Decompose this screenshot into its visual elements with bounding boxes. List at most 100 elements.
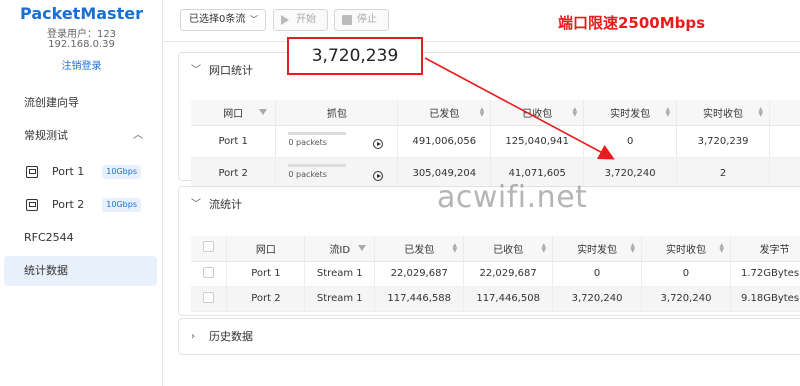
toolbar: 已选择0条流 ﹀ 开始 停止 端口限速2500Mbps bbox=[163, 0, 800, 42]
cell-rt-sent: 3,720,240 bbox=[583, 157, 678, 190]
start-button-label: 开始 bbox=[296, 14, 316, 25]
column-header-port[interactable]: 网口 bbox=[191, 100, 277, 126]
cell-received: 117,446,508 bbox=[463, 286, 554, 312]
cell-sent: 117,446,588 bbox=[374, 286, 465, 312]
cell-received: 125,040,941 bbox=[490, 125, 585, 158]
sidebar-item-label: 流创建向导 bbox=[24, 96, 79, 109]
row-checkbox[interactable] bbox=[191, 286, 228, 312]
sidebar-item-general-test[interactable]: 常规测试 ︿ bbox=[0, 121, 157, 151]
column-header-rt-sent[interactable]: 实时发包 ▲ ▼ bbox=[552, 236, 643, 262]
port-speed-badge: 10Gbps bbox=[102, 198, 141, 212]
cell-rt-recv: 3,720,240 bbox=[641, 286, 731, 312]
column-header-sent[interactable]: 已发包 ▲ ▼ bbox=[397, 100, 492, 126]
section-title: 历史数据 bbox=[209, 330, 253, 343]
column-header-received[interactable]: 已收包 ▲ ▼ bbox=[490, 100, 585, 126]
cell-rt-recv: 3,720,239 bbox=[676, 125, 771, 158]
select-all-checkbox[interactable] bbox=[191, 236, 228, 262]
history-card: › 历史数据 bbox=[178, 318, 800, 355]
cell-rt-sent: 3,720,240 bbox=[552, 286, 643, 312]
cell-extra bbox=[769, 125, 800, 158]
checkbox[interactable] bbox=[203, 241, 215, 253]
history-header[interactable]: › 历史数据 bbox=[179, 319, 800, 355]
chevron-down-icon: ﹀ bbox=[250, 15, 258, 24]
flow-stats-table: 网口 流ID 已发包 ▲ ▼ 已收包 ▲ ▼ 实时发包 ▲ ▼ 实时收包 ▲ ▼ 发字节 Por… bbox=[191, 236, 800, 312]
cell-received: 22,029,687 bbox=[463, 261, 554, 287]
ethernet-port-icon bbox=[26, 166, 38, 178]
column-header-rt-sent[interactable]: 实时发包 ▲ ▼ bbox=[583, 100, 678, 126]
filter-icon[interactable] bbox=[259, 109, 268, 115]
sidebar-item-flow-wizard[interactable]: 流创建向导 bbox=[0, 88, 157, 118]
cell-sent: 491,006,056 bbox=[397, 125, 492, 158]
sidebar-item-rfc2544[interactable]: RFC2544 bbox=[0, 223, 157, 253]
cell-port: Port 2 bbox=[191, 157, 277, 190]
main-content: ﹀ 网口统计 网口 抓包 已发包 ▲ ▼ 已收包 ▲ ▼ 实时发包 ▲ ▼ 实时收包 ▲ ▼ bbox=[178, 52, 800, 386]
sort-icon[interactable]: ▲ ▼ bbox=[480, 107, 485, 118]
cell-rt-recv: 2 bbox=[676, 157, 771, 190]
capture-play-icon[interactable] bbox=[373, 138, 384, 149]
column-header-received[interactable]: 已收包 ▲ ▼ bbox=[463, 236, 554, 262]
start-button[interactable]: 开始 bbox=[273, 9, 328, 31]
sort-icon[interactable]: ▲ ▼ bbox=[573, 107, 578, 118]
cell-capture: 0 packets bbox=[275, 125, 399, 158]
sort-icon[interactable]: ▲ ▼ bbox=[541, 243, 546, 254]
chevron-down-icon: ﹀ bbox=[191, 199, 201, 210]
sidebar-item-port-2[interactable]: Port 2 10Gbps bbox=[4, 189, 157, 221]
column-header-rt-recv[interactable]: 实时收包 ▲ ▼ bbox=[676, 100, 771, 126]
column-header-rt-recv[interactable]: 实时收包 ▲ ▼ bbox=[641, 236, 731, 262]
ethernet-port-icon bbox=[26, 199, 38, 211]
column-header-flow-id[interactable]: 流ID bbox=[304, 236, 376, 262]
capture-play-icon[interactable] bbox=[373, 170, 384, 181]
port-stats-header[interactable]: ﹀ 网口统计 bbox=[179, 53, 800, 89]
sort-icon[interactable]: ▲ ▼ bbox=[665, 107, 670, 118]
checkbox[interactable] bbox=[203, 291, 215, 303]
cell-port: Port 1 bbox=[191, 125, 277, 158]
sidebar-item-statistics[interactable]: 统计数据 bbox=[4, 256, 157, 286]
table-row: Port 1 0 packets 491,006,056 125,040,941… bbox=[191, 125, 800, 158]
cell-port: Port 2 bbox=[226, 286, 306, 312]
column-header-sent[interactable]: 已发包 ▲ ▼ bbox=[374, 236, 465, 262]
sidebar-item-port-1[interactable]: Port 1 10Gbps bbox=[4, 156, 157, 188]
port-speed-badge: 10Gbps bbox=[102, 165, 141, 179]
cell-rt-sent: 0 bbox=[583, 125, 678, 158]
filter-icon[interactable] bbox=[358, 245, 367, 251]
login-user-label: 登录用户：123 bbox=[46, 29, 117, 40]
column-header-capture: 抓包 bbox=[275, 100, 399, 126]
cell-bytes: 9.18GBytes bbox=[730, 286, 800, 312]
flow-select-value: 已选择0条流 bbox=[189, 14, 246, 25]
row-checkbox[interactable] bbox=[191, 261, 228, 287]
cell-flow-id: Stream 1 bbox=[304, 286, 376, 312]
logout-link[interactable]: 注销登录 bbox=[0, 57, 163, 72]
section-title: 流统计 bbox=[209, 198, 242, 211]
cell-port: Port 1 bbox=[226, 261, 306, 287]
flow-select-dropdown[interactable]: 已选择0条流 ﹀ bbox=[180, 9, 266, 31]
checkbox[interactable] bbox=[203, 266, 215, 278]
stop-button-label: 停止 bbox=[357, 14, 377, 25]
device-ip-label: 192.168.0.39 bbox=[48, 39, 115, 50]
capture-progress-bar bbox=[288, 163, 347, 167]
cell-rt-recv: 0 bbox=[641, 261, 731, 287]
table-row: Port 2 Stream 1 117,446,588 117,446,508 … bbox=[191, 286, 800, 312]
app-title: PacketMaster bbox=[20, 4, 143, 23]
sidebar-port-label: Port 2 bbox=[52, 198, 85, 211]
chevron-right-icon: › bbox=[191, 331, 195, 342]
sidebar: PacketMaster 登录用户：123 192.168.0.39 注销登录 … bbox=[0, 0, 163, 386]
sort-icon[interactable]: ▲ ▼ bbox=[630, 243, 635, 254]
cell-flow-id: Stream 1 bbox=[304, 261, 376, 287]
throttle-annotation: 端口限速2500Mbps bbox=[558, 14, 706, 32]
stop-icon bbox=[342, 15, 352, 25]
sidebar-item-label: RFC2544 bbox=[24, 231, 74, 244]
play-icon bbox=[281, 15, 289, 25]
cell-sent: 22,029,687 bbox=[374, 261, 465, 287]
cell-bytes: 1.72GBytes bbox=[730, 261, 800, 287]
sort-icon[interactable]: ▲ ▼ bbox=[719, 243, 724, 254]
column-header-bytes: 发字节 bbox=[730, 236, 800, 262]
section-title: 网口统计 bbox=[209, 64, 253, 77]
sort-icon[interactable]: ▲ ▼ bbox=[453, 243, 458, 254]
cell-rt-sent: 0 bbox=[552, 261, 643, 287]
app-window: PacketMaster 登录用户：123 192.168.0.39 注销登录 … bbox=[0, 0, 800, 386]
chevron-down-icon: ﹀ bbox=[191, 65, 201, 76]
stop-button[interactable]: 停止 bbox=[334, 9, 389, 31]
sort-icon[interactable]: ▲ ▼ bbox=[758, 107, 763, 118]
sidebar-port-label: Port 1 bbox=[52, 165, 85, 178]
callout-box: 3,720,239 bbox=[287, 37, 423, 75]
